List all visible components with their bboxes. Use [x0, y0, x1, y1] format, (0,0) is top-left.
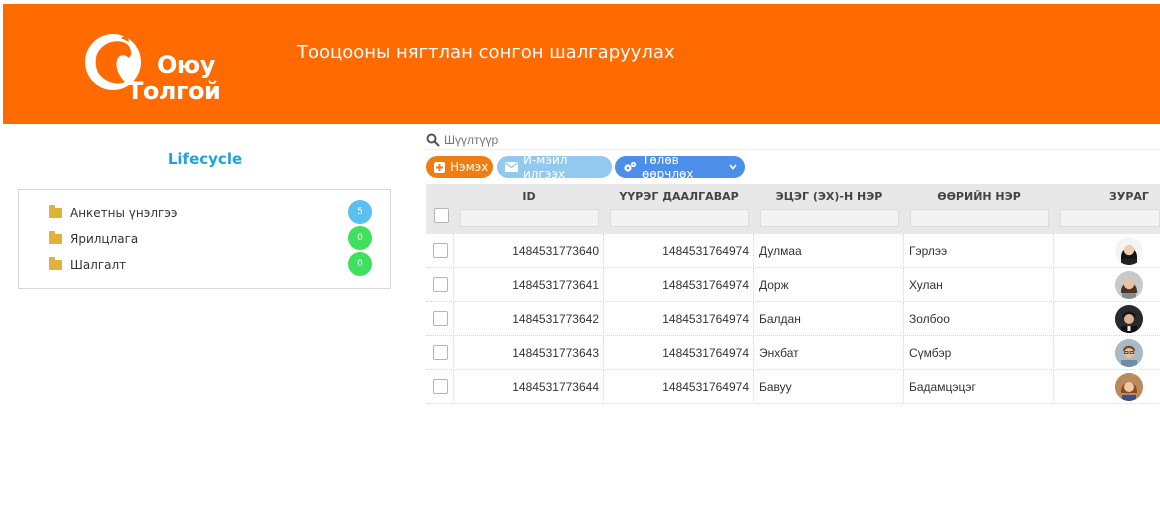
cell-own-name: Гэрлээ [904, 234, 1054, 268]
table-row[interactable]: 1484531773641 1484531764974 Дорж Хулан [426, 268, 1160, 302]
envelope-icon [505, 162, 518, 172]
checkbox-cell [426, 268, 454, 302]
cell-parent-name: Бавуу [754, 370, 904, 404]
change-status-label: Төлөв өөрчлөх [642, 153, 694, 181]
gears-icon [623, 161, 637, 173]
filter-id-input[interactable] [460, 209, 599, 227]
tree-item-interview[interactable]: Ярилцлага [49, 229, 138, 249]
cell-id: 1484531773641 [454, 268, 604, 302]
folder-icon [49, 205, 62, 218]
tree-item-exam[interactable]: Шалгалт [49, 255, 126, 275]
checkbox-cell [426, 302, 454, 336]
cell-own-name: Бадамцэцэг [904, 370, 1054, 404]
table-row[interactable]: 1484531773642 1484531764974 Балдан Золбо… [426, 302, 1160, 336]
cell-task: 1484531764974 [604, 336, 754, 370]
lifecycle-tree: Анкетны үнэлгээ 5 Ярилцлага 0 Шалгалт 0 [18, 189, 391, 289]
tree-item-label: Ярилцлага [70, 232, 139, 246]
table-row[interactable]: 1484531773643 1484531764974 Энхбат Сүмбэ… [426, 336, 1160, 370]
grid-header: ID ҮҮРЭГ ДААЛГАВАР ЭЦЭГ (ЭХ)-Н НЭР ӨӨРИЙ… [426, 184, 1160, 234]
logo-text-line2: Толгой [127, 77, 221, 105]
avatar [1115, 339, 1143, 367]
column-header-photo[interactable]: ЗУРАГ [1054, 190, 1160, 203]
filter-bar [426, 130, 1160, 150]
cell-id: 1484531773642 [454, 302, 604, 336]
filter-task-input[interactable] [610, 209, 749, 227]
page-title: Тооцооны нягтлан сонгон шалгаруулах [297, 42, 675, 63]
cell-task: 1484531764974 [604, 370, 754, 404]
send-email-label: И-мэйл илгээх [523, 153, 568, 181]
cell-task: 1484531764974 [604, 268, 754, 302]
cell-task: 1484531764974 [604, 302, 754, 336]
table-row[interactable]: 1484531773640 1484531764974 Дулмаа Гэрлэ… [426, 234, 1160, 268]
add-button-label: Нэмэх [450, 160, 489, 174]
cell-id: 1484531773644 [454, 370, 604, 404]
filter-parent-name-input[interactable] [760, 209, 899, 227]
filter-input[interactable] [444, 132, 744, 147]
plus-square-icon [434, 161, 445, 173]
tree-item-survey[interactable]: Анкетны үнэлгээ [49, 203, 178, 223]
table-row[interactable]: 1484531773644 1484531764974 Бавуу Бадамц… [426, 370, 1160, 404]
select-all-checkbox[interactable] [434, 208, 449, 223]
lifecycle-title: Lifecycle [167, 150, 243, 168]
logo-text-line1: Оюу [157, 51, 215, 79]
tree-item-label: Анкетны үнэлгээ [70, 206, 178, 220]
count-badge: 5 [348, 200, 372, 224]
search-icon [426, 133, 440, 147]
add-button[interactable]: Нэмэх [426, 156, 493, 178]
cell-own-name: Золбоо [904, 302, 1054, 336]
avatar [1115, 373, 1143, 401]
avatar [1115, 271, 1143, 299]
folder-icon [49, 257, 62, 270]
filter-own-name-input[interactable] [910, 209, 1049, 227]
checkbox-cell [426, 370, 454, 404]
cell-parent-name: Энхбат [754, 336, 904, 370]
count-badge: 0 [348, 252, 372, 276]
filter-photo-input[interactable] [1060, 209, 1160, 227]
column-header-id[interactable]: ID [454, 190, 604, 203]
checkbox-cell [426, 234, 454, 268]
folder-icon [49, 231, 62, 244]
column-header-task[interactable]: ҮҮРЭГ ДААЛГАВАР [604, 190, 754, 203]
column-header-parent-name[interactable]: ЭЦЭГ (ЭХ)-Н НЭР [754, 190, 904, 203]
avatar [1115, 305, 1143, 333]
count-badge: 0 [348, 226, 372, 250]
change-status-button[interactable]: Төлөв өөрчлөх [615, 153, 745, 181]
send-email-button[interactable]: И-мэйл илгээх [497, 153, 612, 181]
cell-id: 1484531773640 [454, 234, 604, 268]
column-header-own-name[interactable]: ӨӨРИЙН НЭР [904, 190, 1054, 203]
app-header: Оюу Толгой Тооцооны нягтлан сонгон шалга… [3, 4, 1160, 124]
cell-parent-name: Балдан [754, 302, 904, 336]
tree-item-label: Шалгалт [70, 258, 127, 272]
cell-parent-name: Дорж [754, 268, 904, 302]
cell-id: 1484531773643 [454, 336, 604, 370]
chevron-down-icon [729, 164, 737, 170]
avatar [1115, 237, 1143, 265]
cell-own-name: Сүмбэр [904, 336, 1054, 370]
cell-parent-name: Дулмаа [754, 234, 904, 268]
checkbox-cell [426, 336, 454, 370]
cell-own-name: Хулан [904, 268, 1054, 302]
cell-task: 1484531764974 [604, 234, 754, 268]
